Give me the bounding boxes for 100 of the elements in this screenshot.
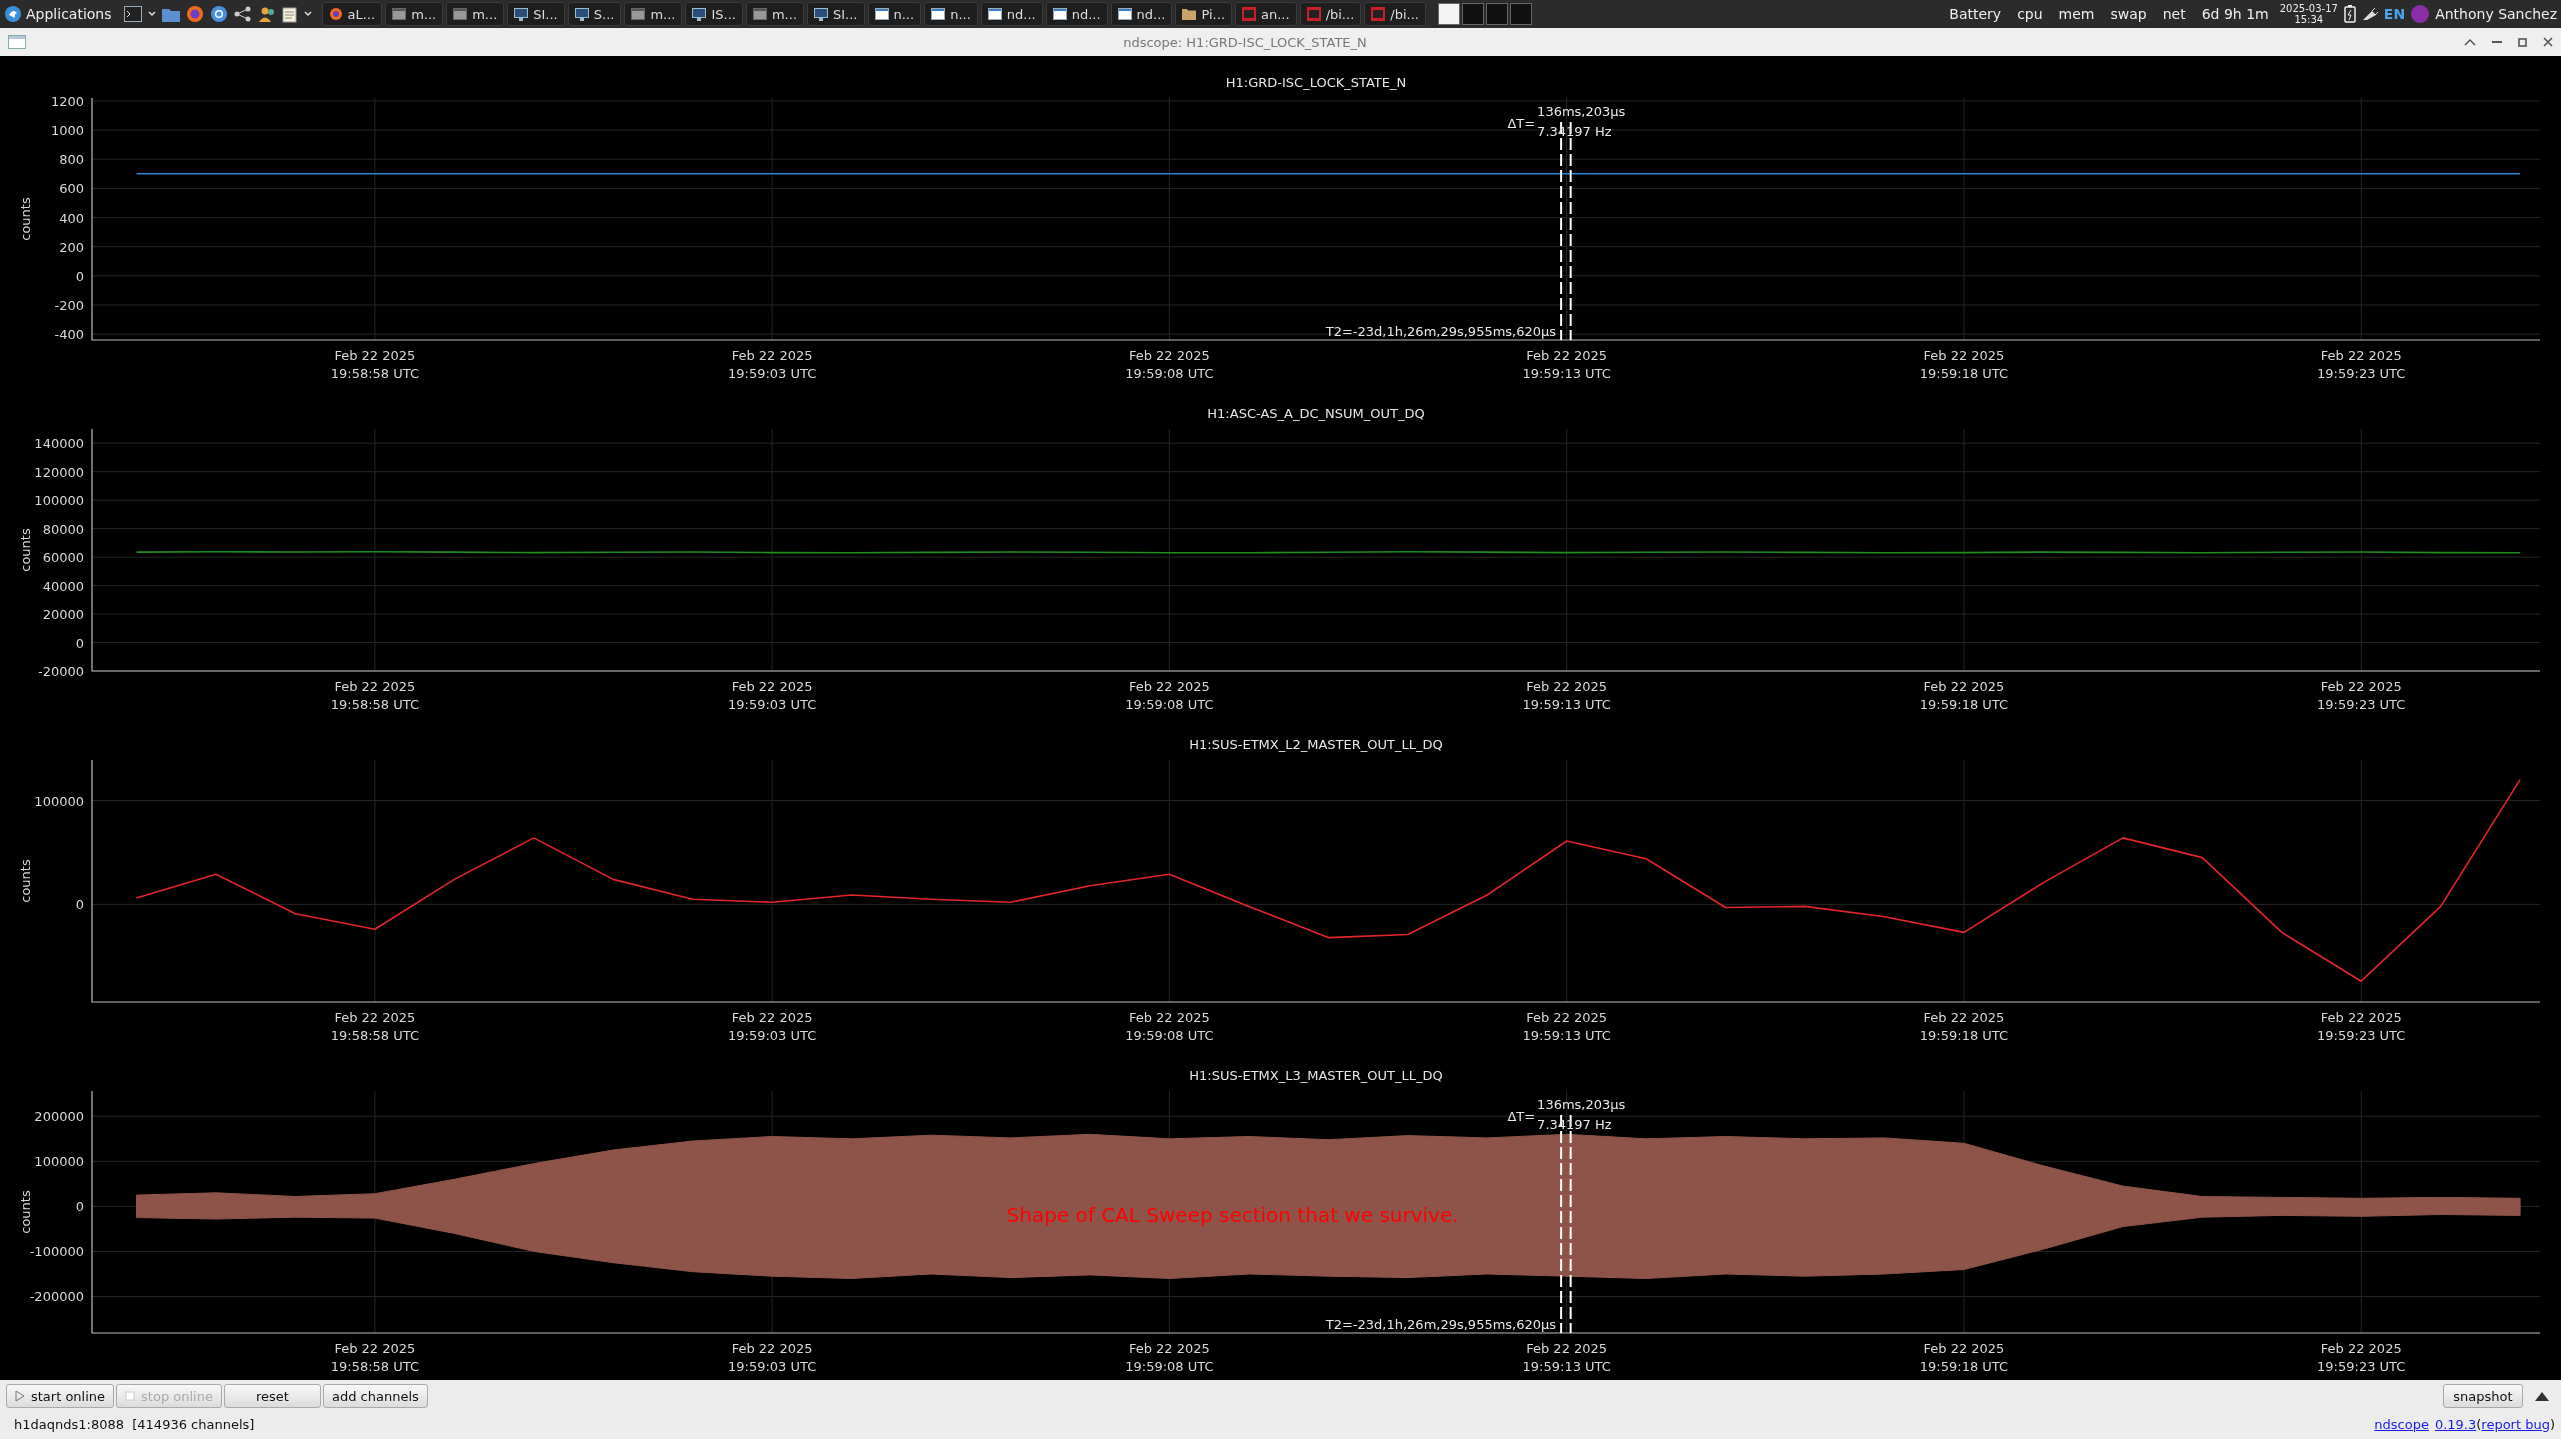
x-tick-label: Feb 22 2025 19:59:18 UTC: [1919, 1341, 2009, 1374]
report-bug-link[interactable]: report bug: [2481, 1416, 2550, 1432]
y-tick-label: -200000: [29, 1289, 84, 1305]
taskbar-window-button[interactable]: m...: [385, 2, 444, 26]
y-tick-label: 200000: [34, 1109, 84, 1125]
taskbar-window-button[interactable]: n...: [867, 2, 922, 26]
window-icon: [1117, 8, 1132, 20]
x-tick-label: Feb 22 2025 19:59:18 UTC: [1919, 348, 2009, 381]
cursor-readout: 136ms,203μs: [1537, 1097, 1626, 1112]
cursor-time-label: T2=-23d,1h,26m,29s,955ms,620μs: [1325, 1317, 1557, 1332]
taskbar-window-button[interactable]: nd...: [980, 2, 1043, 26]
window-icon: [1052, 8, 1067, 20]
workspace-button[interactable]: [1437, 3, 1460, 25]
toolbar-button[interactable]: start online: [6, 1384, 115, 1408]
x-tick-label: Feb 22 2025 19:59:08 UTC: [1125, 348, 1214, 381]
taskbar-window-button[interactable]: n...: [924, 2, 978, 26]
x-tick-label: Feb 22 2025 19:59:08 UTC: [1125, 679, 1214, 712]
x-tick-label: Feb 22 2025 19:59:03 UTC: [728, 1341, 817, 1374]
y-tick-label: 100000: [34, 1154, 84, 1170]
folder-icon[interactable]: [161, 6, 180, 22]
share-icon[interactable]: [233, 6, 252, 22]
cursor-readout: 136ms,203μs: [1537, 104, 1626, 119]
x-tick-label: Feb 22 2025 19:59:18 UTC: [1919, 679, 2009, 712]
window-icon: [987, 8, 1002, 20]
cursor-time-label: T2=-23d,1h,26m,29s,955ms,620μs: [1325, 324, 1557, 339]
indicator-label[interactable]: Battery: [1944, 6, 2007, 22]
plot-title: H1:SUS-ETMX_L2_MASTER_OUT_LL_DQ: [1189, 737, 1443, 752]
axis-label: counts: [18, 1190, 33, 1234]
app-link[interactable]: ndscope: [2374, 1416, 2429, 1432]
indicator-label[interactable]: net: [2157, 6, 2191, 22]
y-tick-label: 140000: [34, 436, 84, 452]
user-name[interactable]: Anthony Sanchez: [2435, 6, 2557, 22]
keyboard-layout[interactable]: EN: [2383, 6, 2406, 22]
y-tick-label: 100000: [34, 493, 84, 509]
taskbar-window-button[interactable]: nd...: [1045, 2, 1108, 26]
toolbar-button[interactable]: reset: [223, 1384, 321, 1408]
taskbar-window-button[interactable]: S...: [567, 2, 622, 26]
annotation-text: Shape of CAL Sweep section that we survive.: [1006, 1203, 1459, 1227]
indicator-label[interactable]: swap: [2105, 6, 2152, 22]
taskbar-window-button[interactable]: IS...: [685, 2, 743, 26]
notepad-icon[interactable]: [281, 5, 298, 23]
taskbar-window-button[interactable]: /bi...: [1299, 2, 1362, 26]
y-tick-label: -200: [54, 298, 84, 313]
cursor-delta-label: ΔT=: [1507, 116, 1536, 131]
x-tick-label: Feb 22 2025 19:59:08 UTC: [1125, 1341, 1214, 1374]
taskbar-window-button[interactable]: /bi...: [1364, 2, 1426, 26]
y-tick-label: 200: [59, 239, 84, 255]
close-icon[interactable]: [2543, 37, 2553, 47]
taskbar-window-button[interactable]: SI...: [807, 2, 865, 26]
monitor-icon: [814, 7, 828, 21]
plot-title: H1:GRD-ISC_LOCK_STATE_N: [1225, 75, 1407, 90]
browser-icon: [328, 7, 343, 21]
taskbar-window-button[interactable]: aL...: [321, 2, 383, 26]
people-icon[interactable]: [257, 6, 276, 22]
maximize-icon[interactable]: [2518, 37, 2527, 47]
axis-label: counts: [18, 528, 33, 572]
x-tick-label: Feb 22 2025 19:59:23 UTC: [2317, 1010, 2406, 1043]
parenthesis: ): [2549, 1416, 2555, 1432]
network-icon[interactable]: [2361, 7, 2378, 21]
toolbar-button[interactable]: add channels: [322, 1384, 428, 1408]
snapshot-button[interactable]: snapshot: [2443, 1384, 2523, 1408]
x-tick-label: Feb 22 2025 19:59:13 UTC: [1522, 679, 1611, 712]
taskbar-window-button[interactable]: m...: [745, 2, 804, 26]
y-tick-label: 100000: [34, 793, 84, 809]
taskbar-window-button[interactable]: Pi...: [1175, 2, 1232, 26]
plot-title: H1:SUS-ETMX_L3_MASTER_OUT_LL_DQ: [1189, 1068, 1443, 1083]
clock-date[interactable]: 2025-03-17: [2279, 3, 2338, 14]
battery-icon[interactable]: [2343, 5, 2356, 23]
y-tick-label: 0: [75, 897, 84, 913]
taskbar-window-button[interactable]: an...: [1235, 2, 1297, 26]
monitor-icon: [692, 7, 707, 21]
browser-icon[interactable]: [209, 5, 228, 23]
taskbar-window-button[interactable]: nd...: [1110, 2, 1173, 26]
cursor-readout: 7.34197 Hz: [1537, 124, 1612, 139]
axis-label: counts: [18, 197, 33, 241]
x-tick-label: Feb 22 2025 19:59:13 UTC: [1522, 1010, 1611, 1043]
plot-title: H1:ASC-AS_A_DC_NSUM_OUT_DQ: [1207, 406, 1425, 421]
indicator-label[interactable]: cpu: [2012, 6, 2048, 22]
version-link[interactable]: 0.19.3: [2434, 1416, 2477, 1432]
clock-time[interactable]: 15:34: [2294, 14, 2324, 25]
applications-menu[interactable]: Applications: [4, 5, 118, 23]
taskbar-window-button[interactable]: m...: [446, 2, 505, 26]
window-icon: [931, 8, 946, 20]
x-tick-label: Feb 22 2025 19:59:13 UTC: [1522, 1341, 1611, 1374]
axis-label: counts: [18, 859, 33, 903]
y-tick-label: 0: [75, 268, 84, 284]
x-tick-label: Feb 22 2025 19:59:18 UTC: [1919, 1010, 2009, 1043]
indicator-label[interactable]: mem: [2053, 6, 2100, 22]
taskbar-window-button[interactable]: m...: [624, 2, 683, 26]
y-tick-label: 60000: [42, 550, 84, 566]
x-tick-label: Feb 22 2025 19:59:03 UTC: [728, 1010, 817, 1043]
y-tick-label: 0: [75, 1199, 84, 1215]
window-title: ndscope: H1:GRD-ISC_LOCK_STATE_N: [1122, 34, 1368, 50]
terminal-icon[interactable]: [123, 6, 142, 22]
y-tick-label: 800: [59, 152, 84, 168]
triangle-up-icon[interactable]: [2535, 1391, 2549, 1401]
caret-icon[interactable]: [2464, 38, 2476, 46]
y-tick-label: 600: [59, 181, 84, 197]
y-tick-label: 80000: [42, 521, 84, 537]
taskbar-window-button[interactable]: SI...: [507, 2, 565, 26]
